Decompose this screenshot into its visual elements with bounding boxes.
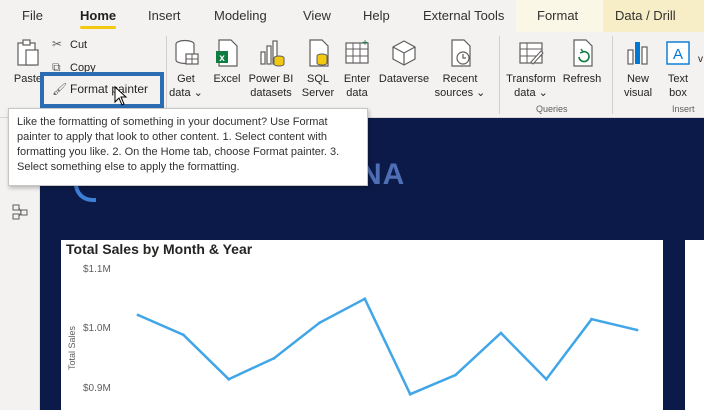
enter-label: Enter xyxy=(343,73,371,85)
data-point[interactable] xyxy=(590,317,593,321)
get-data-label-2: data ⌄ xyxy=(169,87,203,99)
text-box-label-2: box xyxy=(669,87,687,99)
database-icon xyxy=(175,39,199,65)
refresh-button[interactable]: Refresh xyxy=(560,38,604,86)
svg-text:+: + xyxy=(362,38,368,49)
transform-label: Transform xyxy=(506,73,556,85)
line-chart-plot xyxy=(136,297,639,396)
datasets-icon xyxy=(260,40,285,67)
excel-icon: x xyxy=(216,39,238,67)
format-painter-highlight xyxy=(40,72,164,108)
dataverse-label: Dataverse xyxy=(378,73,430,85)
new-visual-label: New xyxy=(626,73,649,85)
get-data-button[interactable]: Get data ⌄ xyxy=(166,38,206,100)
dataverse-icon xyxy=(392,40,416,66)
model-view-icon[interactable] xyxy=(12,204,28,220)
data-point[interactable] xyxy=(318,321,321,325)
excel-button[interactable]: x Excel xyxy=(210,38,244,86)
refresh-icon xyxy=(573,39,593,67)
data-point[interactable] xyxy=(454,373,457,377)
enter-label-2: data xyxy=(346,87,368,99)
tab-external-tools[interactable]: External Tools xyxy=(423,8,504,23)
refresh-label: Refresh xyxy=(562,73,602,85)
data-point[interactable] xyxy=(363,297,367,301)
transform-data-button[interactable]: Transform data ⌄ xyxy=(504,38,558,100)
separator xyxy=(499,36,500,114)
svg-text:A: A xyxy=(673,46,683,63)
sql-server-button[interactable]: SQL Server xyxy=(300,38,336,100)
paste-icon xyxy=(17,39,39,66)
transform-icon xyxy=(519,42,544,65)
new-visual-label-2: visual xyxy=(623,87,653,99)
tab-insert[interactable]: Insert xyxy=(148,8,181,23)
more-visuals-button[interactable]: v xyxy=(698,54,703,65)
text-box-icon: A xyxy=(666,41,690,65)
cursor-icon xyxy=(114,86,128,106)
recent-sources-button[interactable]: Recent sources ⌄ xyxy=(434,38,486,100)
enter-data-button[interactable]: + Enter data xyxy=(340,38,374,100)
tab-home[interactable]: Home xyxy=(80,8,117,29)
separator xyxy=(612,36,613,114)
clock-icon xyxy=(451,39,471,67)
transform-label-2: data ⌄ xyxy=(514,87,548,99)
paste-label: Paste xyxy=(13,73,43,85)
sql-label-2: Server xyxy=(301,87,335,99)
sql-server-icon xyxy=(309,39,329,67)
line-chart-card[interactable]: Total Sales by Month & Year $1.1M $1.0M … xyxy=(61,240,663,410)
tab-format[interactable]: Format xyxy=(537,8,578,23)
data-point[interactable] xyxy=(408,392,412,396)
data-point[interactable] xyxy=(272,356,276,360)
powerbi-label: Power BI xyxy=(248,73,294,85)
powerbi-label-2: datasets xyxy=(250,87,292,99)
second-visual-card[interactable] xyxy=(685,240,704,410)
tab-data-drill[interactable]: Data / Drill xyxy=(615,8,676,23)
cut-label: Cut xyxy=(70,39,88,51)
table-icon: + xyxy=(345,38,369,64)
data-point[interactable] xyxy=(544,377,548,381)
recent-label: Recent xyxy=(442,73,478,85)
excel-label: Excel xyxy=(213,73,241,85)
data-point[interactable] xyxy=(227,377,231,381)
sql-label: SQL xyxy=(306,73,329,85)
powerbi-datasets-button[interactable]: Power BI datasets xyxy=(246,38,296,100)
new-visual-button[interactable]: New visual xyxy=(618,38,658,100)
data-point[interactable] xyxy=(635,328,639,332)
tab-file[interactable]: File xyxy=(22,8,43,23)
svg-text:x: x xyxy=(219,53,225,64)
bar-chart-icon xyxy=(627,42,648,65)
text-box-button[interactable]: A Text box xyxy=(660,38,696,100)
data-point[interactable] xyxy=(136,313,140,317)
format-painter-tooltip: Like the formatting of something in your… xyxy=(8,108,368,186)
tooltip-text: Like the formatting of something in your… xyxy=(17,116,340,173)
cut-button[interactable]: ✂ Cut xyxy=(52,37,87,51)
get-data-label: Get xyxy=(177,73,195,85)
tab-modeling[interactable]: Modeling xyxy=(214,8,267,23)
tab-help[interactable]: Help xyxy=(363,8,390,23)
menu-bar: File Home Insert Modeling View Help Exte… xyxy=(0,0,704,32)
recent-label-2: sources ⌄ xyxy=(434,87,486,99)
group-label-queries: Queries xyxy=(536,104,568,114)
dataverse-button[interactable]: Dataverse xyxy=(376,38,432,86)
data-point[interactable] xyxy=(182,333,185,337)
sales-series-line[interactable] xyxy=(137,297,638,396)
text-box-label: Text xyxy=(667,73,689,85)
scissors-icon: ✂ xyxy=(52,37,63,51)
data-point[interactable] xyxy=(499,331,503,335)
group-label-insert: Insert xyxy=(672,104,695,114)
tab-view[interactable]: View xyxy=(303,8,331,23)
